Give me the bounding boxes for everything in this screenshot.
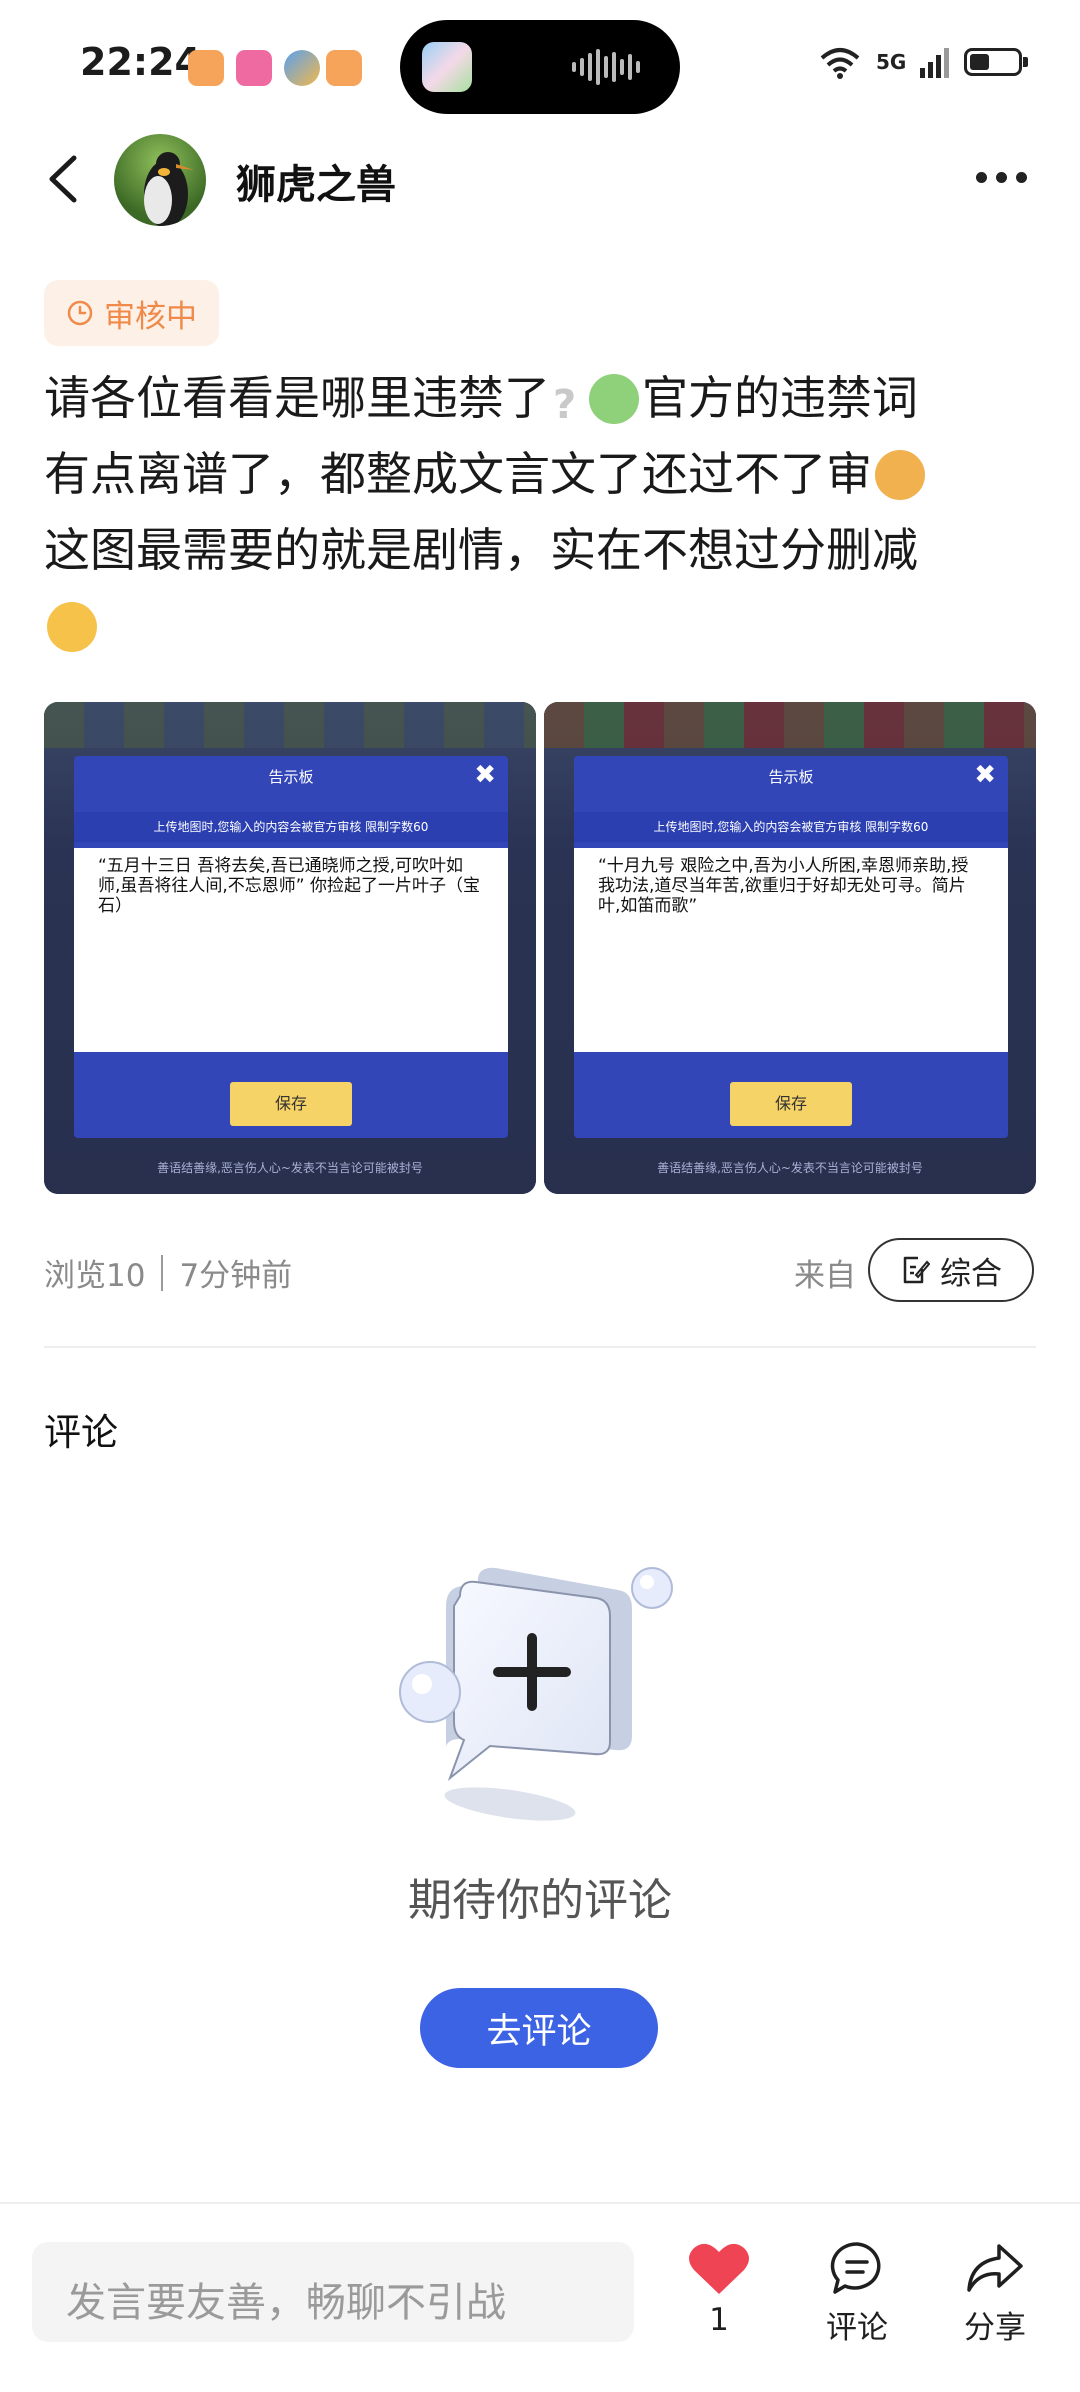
audit-status-label: 审核中 <box>104 298 197 335</box>
comment-input-placeholder: 发言要友善，畅聊不引战 <box>66 2280 506 2326</box>
comment-button[interactable]: 评论 <box>802 2240 912 2347</box>
media-thumbnail <box>422 42 472 92</box>
post-text-3: 这图最需要的就是剧情，实在不想过分删减 <box>44 523 918 577</box>
audit-status-badge: 审核中 <box>44 280 219 346</box>
share-label: 分享 <box>964 2310 1026 2346</box>
post-time: 7分钟前 <box>179 1258 293 1294</box>
clock-icon <box>67 300 93 326</box>
comments-title: 评论 <box>44 1411 118 1454</box>
penguin-avatar-image <box>144 152 194 226</box>
post-content: 请各位看看是哪里违禁了? 官方的违禁词 有点离谱了，都整成文言文了还过不了审 这图… <box>44 360 1034 664</box>
notice-dialog: 告示板 ✖ 上传地图时,您输入的内容会被官方审核 限制字数60 “五月十三日 吾… <box>74 756 508 1138</box>
notice-dialog: 告示板 ✖ 上传地图时,您输入的内容会被官方审核 限制字数60 “十月九号 艰险… <box>574 756 1008 1138</box>
comment-input[interactable]: 发言要友善，畅聊不引战 <box>32 2242 634 2342</box>
app-icon-4 <box>326 50 362 86</box>
post-image-1[interactable]: 告示板 ✖ 上传地图时,您输入的内容会被官方审核 限制字数60 “五月十三日 吾… <box>44 702 536 1194</box>
audio-wave-icon <box>572 47 640 87</box>
dialog-save-button: 保存 <box>730 1082 852 1126</box>
author-name[interactable]: 狮虎之兽 <box>236 152 396 210</box>
post-meta: 浏览10 7分钟前 <box>44 1250 292 1295</box>
post-line-4 <box>44 588 1034 664</box>
meta-divider <box>161 1254 164 1291</box>
avatar[interactable] <box>114 134 206 226</box>
dynamic-island <box>400 20 680 114</box>
dialog-text: “十月九号 艰险之中,吾为小人所困,幸恩师亲助,授我功法,道尽当年苦,欲重归于好… <box>574 848 1008 1052</box>
from-label: 来自 <box>794 1258 856 1294</box>
empty-comment-text: 期待你的评论 <box>408 1875 672 1926</box>
battery-icon <box>964 48 1029 76</box>
post-line-3: 这图最需要的就是剧情，实在不想过分删减 <box>44 512 1034 588</box>
category-button[interactable]: 综合 <box>868 1238 1034 1302</box>
dog-face-emoji <box>875 450 925 500</box>
post-text-1b: 官方的违禁词 <box>642 371 918 425</box>
go-comment-button[interactable]: 去评论 <box>420 1988 658 2068</box>
sick-face-emoji <box>589 374 639 424</box>
status-time: 22:24 <box>80 40 201 84</box>
close-icon: ✖ <box>474 760 496 790</box>
empty-comment-icon <box>399 1567 673 1821</box>
post-text-1a: 请各位看看是哪里违禁了 <box>44 371 550 425</box>
dialog-save-button: 保存 <box>230 1082 352 1126</box>
divider <box>44 1346 1036 1348</box>
like-button[interactable]: 1 <box>664 2240 774 2338</box>
status-indicators: 5G <box>818 44 1029 80</box>
post-text-2: 有点离谱了，都整成文言文了还过不了审 <box>44 447 872 501</box>
more-options-icon[interactable] <box>976 172 1027 183</box>
app-icon-3 <box>284 50 320 86</box>
dialog-title: 告示板 <box>268 768 314 786</box>
share-button[interactable]: 分享 <box>940 2240 1050 2347</box>
app-icon-1 <box>188 50 224 86</box>
dialog-text: “五月十三日 吾将去矣,吾已通晓师之授,可吹叶如师,虽吾将往人间,不忘恩师” 你… <box>74 848 508 1052</box>
category-label: 综合 <box>940 1255 1002 1292</box>
signal-icon <box>920 48 950 78</box>
comment-label: 评论 <box>826 2310 888 2346</box>
close-icon: ✖ <box>974 760 996 790</box>
back-button[interactable] <box>44 154 84 204</box>
view-count: 浏览10 <box>44 1258 146 1294</box>
heart-icon <box>689 2243 749 2294</box>
bottom-bar-divider <box>0 2202 1080 2204</box>
crying-face-emoji <box>47 602 97 652</box>
dialog-subtitle: 上传地图时,您输入的内容会被官方审核 限制字数60 <box>574 812 1008 842</box>
wifi-icon <box>820 48 860 79</box>
like-count: 1 <box>709 2302 729 2338</box>
network-type: 5G <box>876 50 907 74</box>
post-image-2[interactable]: 告示板 ✖ 上传地图时,您输入的内容会被官方审核 限制字数60 “十月九号 艰险… <box>544 702 1036 1194</box>
comment-bubble-icon <box>830 2242 881 2294</box>
post-line-1: 请各位看看是哪里违禁了? 官方的违禁词 <box>44 360 1034 436</box>
image-footer-text: 善语结善缘,恶言伤人心~发表不当言论可能被封号 <box>157 1161 423 1175</box>
dialog-subtitle: 上传地图时,您输入的内容会被官方审核 限制字数60 <box>74 812 508 842</box>
question-mark-emoji: ? <box>553 382 577 428</box>
dialog-title: 告示板 <box>768 768 814 786</box>
edit-note-icon <box>903 1256 930 1284</box>
image-footer-text: 善语结善缘,恶言伤人心~发表不当言论可能被封号 <box>657 1161 923 1175</box>
share-arrow-icon <box>967 2244 1023 2292</box>
bilibili-icon <box>236 50 272 86</box>
post-line-2: 有点离谱了，都整成文言文了还过不了审 <box>44 436 1034 512</box>
